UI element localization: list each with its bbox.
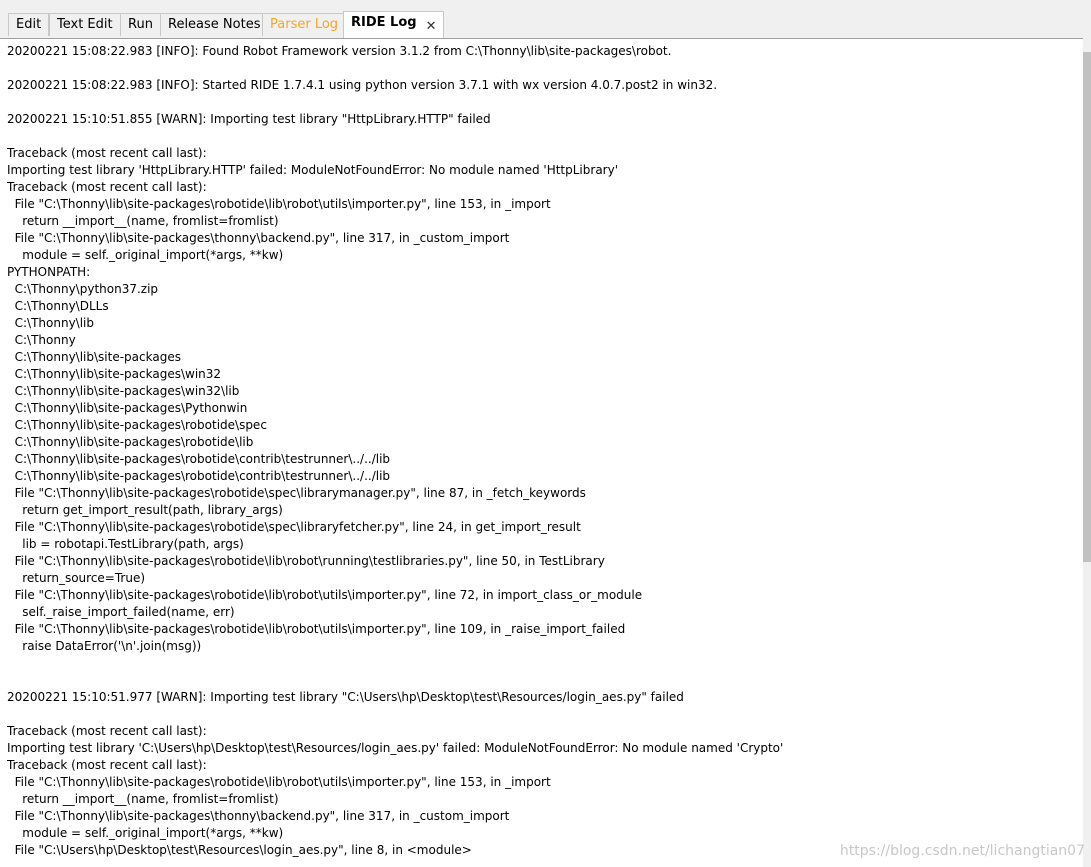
log-line: return __import__(name, fromlist=fromlis… xyxy=(7,792,279,806)
tab-label: RIDE Log xyxy=(351,15,417,30)
tab-text-edit[interactable]: Text Edit xyxy=(49,13,121,36)
tab-ride-log[interactable]: RIDE Log ✕ xyxy=(343,11,444,38)
log-line: C:\Thonny\lib\site-packages\robotide\con… xyxy=(7,452,391,466)
log-line: module = self._original_import(*args, **… xyxy=(7,826,284,840)
log-line: C:\Thonny\python37.zip xyxy=(7,282,159,296)
log-line: C:\Thonny\lib\site-packages\win32\lib xyxy=(7,384,240,398)
log-line: Importing test library 'C:\Users\hp\Desk… xyxy=(7,741,784,755)
tab-label: Text Edit xyxy=(57,17,113,32)
tab-parser-log[interactable]: Parser Log xyxy=(262,13,347,36)
log-line: File "C:\Thonny\lib\site-packages\roboti… xyxy=(7,486,586,500)
log-line: Importing test library 'HttpLibrary.HTTP… xyxy=(7,163,619,177)
log-line: 20200221 15:08:22.983 [INFO]: Started RI… xyxy=(7,78,718,92)
log-line: C:\Thonny\lib\site-packages\Pythonwin xyxy=(7,401,248,415)
log-line: File "C:\Thonny\lib\site-packages\roboti… xyxy=(7,588,643,602)
tab-edit[interactable]: Edit xyxy=(8,13,50,36)
close-icon[interactable]: ✕ xyxy=(426,16,437,38)
log-line: File "C:\Thonny\lib\site-packages\roboti… xyxy=(7,197,551,211)
log-panel[interactable]: 20200221 15:08:22.983 [INFO]: Found Robo… xyxy=(0,38,1091,867)
tab-label: Release Notes xyxy=(168,17,261,32)
log-line: File "C:\Thonny\lib\site-packages\thonny… xyxy=(7,231,510,245)
log-line: C:\Thonny xyxy=(7,333,76,347)
log-line: return __import__(name, fromlist=fromlis… xyxy=(7,214,279,228)
log-line: C:\Thonny\lib\site-packages xyxy=(7,350,181,364)
ride-window: Edit Text Edit Run Release Notes Parser … xyxy=(0,0,1091,867)
log-line: Traceback (most recent call last): xyxy=(7,758,207,772)
watermark: https://blog.csdn.net/lichangtian07 xyxy=(839,843,1085,859)
log-line: C:\Thonny\lib\site-packages\robotide\con… xyxy=(7,469,391,483)
log-line: return_source=True) xyxy=(7,571,146,585)
log-line: Traceback (most recent call last): xyxy=(7,180,207,194)
log-line: module = self._original_import(*args, **… xyxy=(7,248,284,262)
log-text-area[interactable]: 20200221 15:08:22.983 [INFO]: Found Robo… xyxy=(7,43,1077,865)
log-line: self._raise_import_failed(name, err) xyxy=(7,605,235,619)
log-line: raise DataError('\n'.join(msg)) xyxy=(7,639,202,653)
tab-bar: Edit Text Edit Run Release Notes Parser … xyxy=(0,0,1091,38)
log-line: Traceback (most recent call last): xyxy=(7,146,207,160)
log-line: 20200221 15:10:51.977 [WARN]: Importing … xyxy=(7,690,684,704)
log-line: C:\Thonny\lib\site-packages\robotide\lib xyxy=(7,435,254,449)
vertical-scrollbar[interactable] xyxy=(1083,38,1091,867)
tab-label: Parser Log xyxy=(270,17,339,32)
log-line: File "C:\Thonny\lib\site-packages\roboti… xyxy=(7,520,581,534)
tab-release-notes[interactable]: Release Notes xyxy=(160,13,269,36)
scrollbar-thumb[interactable] xyxy=(1083,52,1091,562)
tab-run[interactable]: Run xyxy=(120,13,161,36)
log-line: File "C:\Thonny\lib\site-packages\roboti… xyxy=(7,554,605,568)
log-line: return get_import_result(path, library_a… xyxy=(7,503,283,517)
tab-label: Edit xyxy=(16,17,42,32)
log-line: File "C:\Thonny\lib\site-packages\roboti… xyxy=(7,775,551,789)
log-line: lib = robotapi.TestLibrary(path, args) xyxy=(7,537,244,551)
log-line: File "C:\Thonny\lib\site-packages\thonny… xyxy=(7,809,510,823)
log-line: 20200221 15:10:51.855 [WARN]: Importing … xyxy=(7,112,491,126)
log-line: File "C:\Thonny\lib\site-packages\roboti… xyxy=(7,622,626,636)
log-line: 20200221 15:08:22.983 [INFO]: Found Robo… xyxy=(7,44,672,58)
log-line: C:\Thonny\lib xyxy=(7,316,95,330)
log-line: C:\Thonny\DLLs xyxy=(7,299,109,313)
tab-label: Run xyxy=(128,17,153,32)
log-line: C:\Thonny\lib\site-packages\win32 xyxy=(7,367,222,381)
log-line: C:\Thonny\lib\site-packages\robotide\spe… xyxy=(7,418,267,432)
log-line: PYTHONPATH: xyxy=(7,265,91,279)
log-line: Traceback (most recent call last): xyxy=(7,724,207,738)
